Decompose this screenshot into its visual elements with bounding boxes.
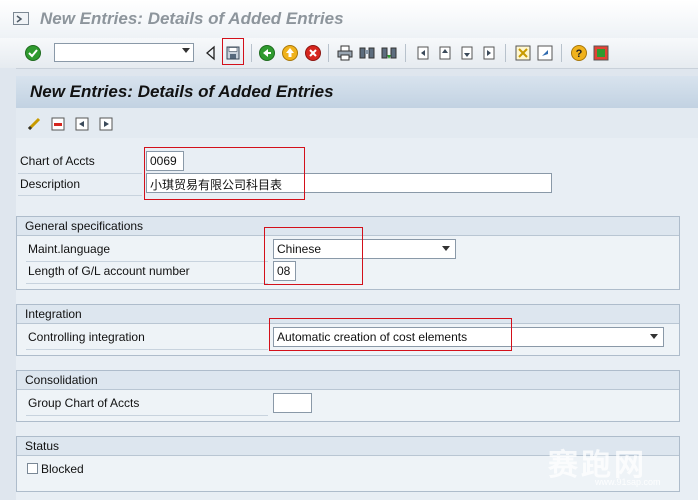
toolbar-separator bbox=[561, 44, 562, 62]
watermark-url: www.91sap.com bbox=[595, 477, 661, 487]
group-title: Status bbox=[25, 439, 60, 453]
shortcut-icon[interactable] bbox=[536, 44, 554, 62]
toolbar-separator bbox=[505, 44, 506, 62]
layout-icon[interactable] bbox=[592, 44, 610, 62]
highlight-box bbox=[269, 318, 512, 351]
find-icon[interactable] bbox=[358, 44, 376, 62]
group-title: Consolidation bbox=[25, 373, 98, 387]
toolbar-separator bbox=[251, 44, 252, 62]
row-divider bbox=[18, 173, 142, 174]
delete-icon[interactable] bbox=[50, 116, 66, 132]
controlling-integration-label: Controlling integration bbox=[28, 330, 145, 344]
gl-length-label: Length of G/L account number bbox=[28, 264, 190, 278]
back-icon[interactable] bbox=[258, 44, 276, 62]
create-session-icon[interactable] bbox=[514, 44, 532, 62]
group-chart-label: Group Chart of Accts bbox=[28, 396, 140, 410]
back-triangle-icon[interactable] bbox=[202, 44, 220, 62]
description-label: Description bbox=[20, 177, 81, 191]
edit-pencil-icon[interactable] bbox=[26, 116, 42, 132]
previous-page-icon[interactable] bbox=[436, 44, 454, 62]
row-divider bbox=[26, 415, 268, 416]
last-page-icon[interactable] bbox=[480, 44, 498, 62]
blocked-label: Blocked bbox=[41, 462, 84, 476]
print-icon[interactable] bbox=[336, 44, 354, 62]
cancel-icon[interactable] bbox=[304, 44, 322, 62]
row-divider bbox=[26, 261, 268, 262]
save-highlight-box bbox=[222, 38, 244, 65]
application-toolbar bbox=[16, 108, 698, 138]
group-title: General specifications bbox=[25, 219, 144, 233]
command-field[interactable] bbox=[54, 43, 194, 62]
svg-text:?: ? bbox=[576, 48, 583, 60]
chart-of-accts-label: Chart of Accts bbox=[20, 154, 95, 168]
chevron-down-icon[interactable] bbox=[182, 48, 190, 53]
exit-icon[interactable] bbox=[281, 44, 299, 62]
highlight-box bbox=[264, 227, 363, 285]
group-header: Consolidation bbox=[17, 371, 679, 390]
first-page-icon[interactable] bbox=[414, 44, 432, 62]
toolbar-separator bbox=[405, 44, 406, 62]
row-divider bbox=[18, 195, 142, 196]
maint-language-label: Maint.language bbox=[28, 242, 111, 256]
row-divider bbox=[26, 283, 268, 284]
help-icon[interactable]: ? bbox=[570, 44, 588, 62]
next-entry-icon[interactable] bbox=[98, 116, 114, 132]
chevron-down-icon[interactable] bbox=[442, 246, 450, 251]
left-strip bbox=[0, 68, 16, 500]
enter-check-icon[interactable] bbox=[24, 44, 42, 62]
find-next-icon[interactable] bbox=[380, 44, 398, 62]
group-chart-field[interactable] bbox=[273, 393, 312, 413]
blocked-checkbox[interactable] bbox=[27, 463, 38, 474]
chevron-down-icon[interactable] bbox=[650, 334, 658, 339]
group-title: Integration bbox=[25, 307, 82, 321]
previous-entry-icon[interactable] bbox=[74, 116, 90, 132]
row-divider bbox=[26, 349, 268, 350]
menu-icon[interactable] bbox=[13, 12, 29, 25]
toolbar-separator bbox=[328, 44, 329, 62]
window-title: New Entries: Details of Added Entries bbox=[40, 9, 344, 28]
next-page-icon[interactable] bbox=[458, 44, 476, 62]
highlight-box bbox=[144, 147, 305, 200]
screen-title: New Entries: Details of Added Entries bbox=[30, 82, 334, 101]
